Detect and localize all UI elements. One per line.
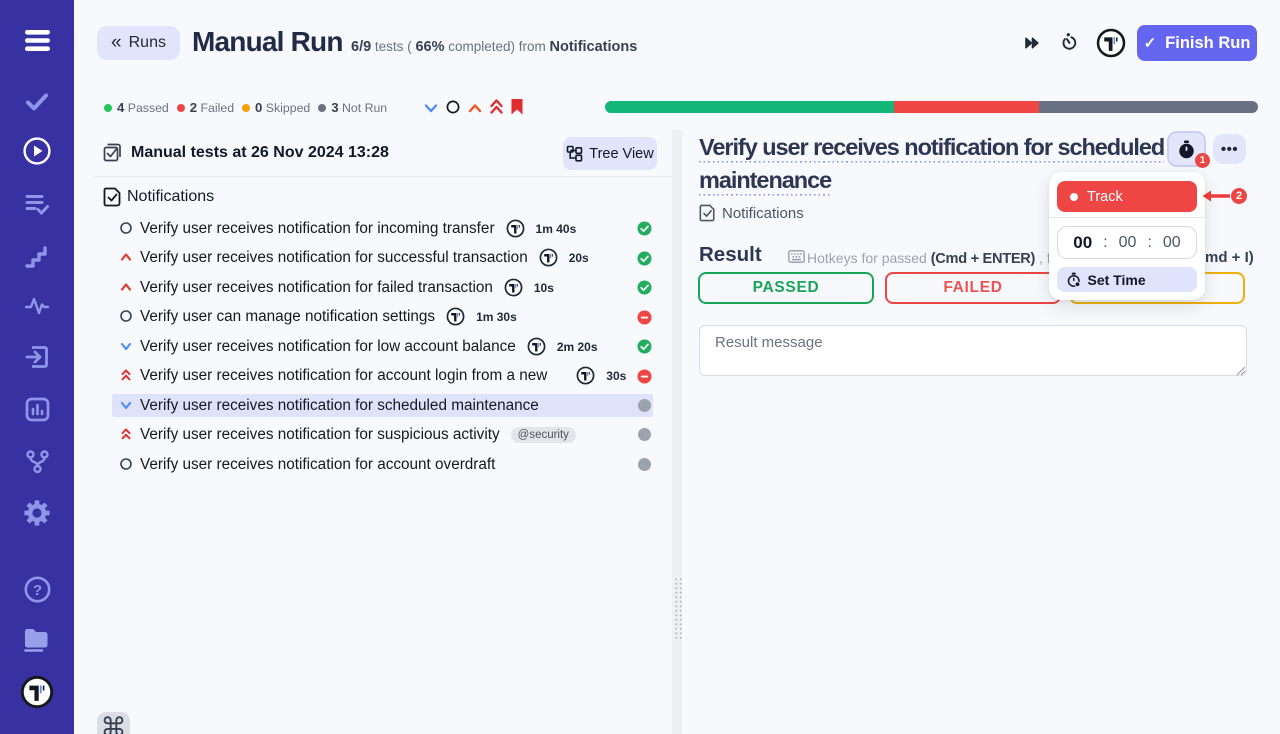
svg-text:?: ?	[32, 582, 41, 599]
